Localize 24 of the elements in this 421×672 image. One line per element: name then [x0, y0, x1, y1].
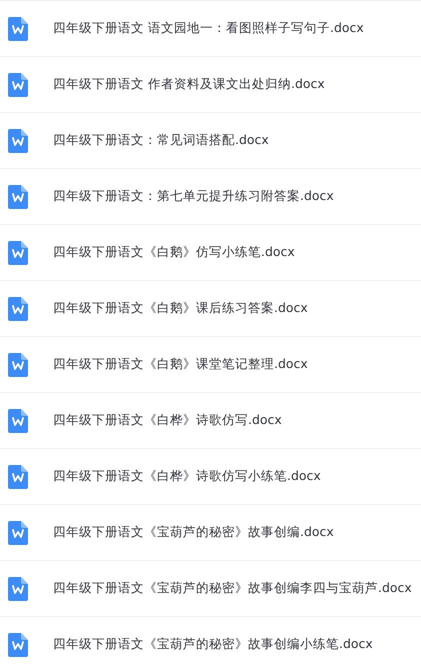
word-document-icon	[8, 520, 28, 544]
word-document-icon	[8, 408, 28, 432]
file-name[interactable]: 四年级下册语文 作者资料及课文出处归纳.docx	[53, 75, 325, 94]
file-name[interactable]: 四年级下册语文 语文园地一：看图照样子写句子.docx	[53, 19, 364, 38]
word-document-icon	[8, 72, 28, 96]
word-document-icon	[8, 632, 28, 656]
file-name[interactable]: 四年级下册语文：第七单元提升练习附答案.docx	[53, 187, 334, 206]
word-document-icon	[8, 576, 28, 600]
file-name[interactable]: 四年级下册语文《白鹅》课后练习答案.docx	[53, 299, 308, 318]
word-document-icon	[8, 16, 28, 40]
file-name[interactable]: 四年级下册语文《白桦》诗歌仿写小练笔.docx	[53, 467, 321, 486]
word-document-icon	[8, 240, 28, 264]
word-document-icon	[8, 128, 28, 152]
word-document-icon	[8, 296, 28, 320]
file-name[interactable]: 四年级下册语文《宝葫芦的秘密》故事创编小练笔.docx	[53, 635, 373, 654]
word-document-icon	[8, 464, 28, 488]
word-document-icon	[8, 352, 28, 376]
file-name[interactable]: 四年级下册语文：常见词语搭配.docx	[53, 131, 269, 150]
file-name[interactable]: 四年级下册语文《宝葫芦的秘密》故事创编李四与宝葫芦.docx	[53, 579, 412, 598]
file-name[interactable]: 四年级下册语文《白鹅》仿写小练笔.docx	[53, 243, 295, 262]
word-document-icon	[8, 184, 28, 208]
file-name[interactable]: 四年级下册语文《白桦》诗歌仿写.docx	[53, 411, 282, 430]
file-name[interactable]: 四年级下册语文《白鹅》课堂笔记整理.docx	[53, 355, 308, 374]
file-name[interactable]: 四年级下册语文《宝葫芦的秘密》故事创编.docx	[53, 523, 334, 542]
